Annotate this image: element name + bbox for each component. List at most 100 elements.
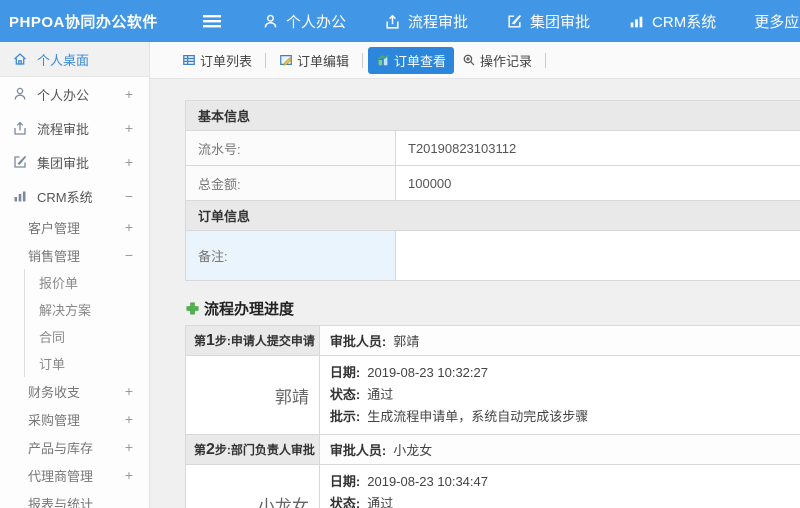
edit-note-icon bbox=[280, 55, 292, 66]
expand-toggle[interactable]: + bbox=[125, 86, 133, 102]
tab-label: 订单列表 bbox=[200, 53, 253, 69]
total-amount-label: 总金额: bbox=[185, 165, 396, 201]
step-detail-row: 郭靖 日期: 2019-08-23 10:32:27 状态: 通过 批示: 生成流程申… bbox=[185, 355, 800, 435]
table-list-icon bbox=[183, 55, 195, 65]
sidebar-item-label: 订单 bbox=[39, 357, 66, 372]
nav-label: 更多应用 bbox=[754, 13, 800, 31]
remark-label: 备注: bbox=[185, 230, 396, 281]
table-row: 总金额: 100000 bbox=[185, 165, 800, 201]
sidebar-item-process-approval[interactable]: 流程审批 + bbox=[0, 111, 149, 145]
step-date-line: 日期: 2019-08-23 10:34:47 bbox=[329, 474, 488, 489]
collapse-toggle[interactable]: − bbox=[125, 188, 133, 204]
sidebar-item-finance[interactable]: 财务收支 + bbox=[0, 377, 149, 405]
nav-label: CRM系统 bbox=[652, 13, 717, 31]
sidebar-item-label: 采购管理 bbox=[28, 412, 81, 428]
sidebar-item-quotation[interactable]: 报价单 bbox=[25, 269, 149, 296]
table-row: 流水号: T20190823103112 bbox=[185, 130, 800, 166]
home-icon bbox=[14, 53, 26, 65]
sidebar-item-label: 个人办公 bbox=[37, 87, 90, 103]
order-info-table: 基本信息 流水号: T20190823103112 总金额: 100000 订单… bbox=[185, 100, 800, 281]
sidebar-item-label: 财务收支 bbox=[28, 384, 81, 400]
nav-personal-office[interactable]: 个人办公 bbox=[262, 11, 346, 32]
step-date-line: 日期: 2019-08-23 10:32:27 bbox=[329, 365, 488, 380]
hamburger-menu-button[interactable] bbox=[202, 12, 222, 30]
sidebar-item-label: 解决方案 bbox=[39, 303, 92, 318]
sidebar-item-order[interactable]: 订单 bbox=[25, 350, 149, 377]
sidebar-item-label: 销售管理 bbox=[28, 248, 81, 264]
section-title-order-info: 订单信息 bbox=[185, 200, 800, 231]
sidebar-item-label: 合同 bbox=[39, 330, 66, 345]
tab-separator bbox=[545, 52, 547, 68]
sidebar: 个人桌面 个人办公 + 流程审批 + 集团审批 + CRM系统 − 客户管理 +… bbox=[0, 42, 150, 508]
order-view-icon bbox=[378, 54, 389, 66]
sidebar-item-personal-desktop[interactable]: 个人桌面 bbox=[0, 42, 149, 77]
sidebar-item-label: 客户管理 bbox=[28, 220, 81, 236]
sidebar-item-products-inventory[interactable]: 产品与库存 + bbox=[0, 433, 149, 461]
process-title-text: 流程办理进度 bbox=[204, 301, 295, 318]
expand-toggle[interactable]: + bbox=[125, 154, 133, 170]
sidebar-item-customer-mgmt[interactable]: 客户管理 + bbox=[0, 213, 149, 241]
sidebar-item-purchase[interactable]: 采购管理 + bbox=[0, 405, 149, 433]
green-plus-icon bbox=[186, 302, 199, 315]
step-1-detail: 日期: 2019-08-23 10:32:27 状态: 通过 批示: 生成流程申请单，… bbox=[318, 355, 800, 435]
bar-chart-icon bbox=[14, 191, 26, 202]
sidebar-item-label: CRM系统 bbox=[37, 189, 93, 205]
sidebar-item-sales-mgmt[interactable]: 销售管理 − bbox=[0, 241, 149, 269]
remark-value bbox=[395, 230, 800, 281]
step-comment-line: 批示: 生成流程申请单，系统自动完成该步骤 bbox=[329, 409, 589, 424]
tab-order-list[interactable]: 订单列表 bbox=[174, 47, 260, 74]
serial-number-label: 流水号: bbox=[185, 130, 396, 166]
sidebar-item-label: 产品与库存 bbox=[28, 440, 94, 456]
expand-toggle[interactable]: + bbox=[125, 383, 133, 399]
app-logo: PHPOA协同办公软件 bbox=[9, 13, 158, 31]
top-navigation: 个人办公 流程审批 集团审批 CRM系统 更多应用 bbox=[262, 11, 800, 32]
main-area: 订单列表 订单编辑 订单查看 操作记录 基本信息 流水号: T201908231… bbox=[150, 42, 800, 508]
step-detail-row: 小龙女 日期:2019-08-23 10:34:47 状态:通过 批示:通过 bbox=[185, 464, 800, 508]
sidebar-item-agents[interactable]: 代理商管理 + bbox=[0, 461, 149, 489]
sidebar-item-group-approval[interactable]: 集团审批 + bbox=[0, 145, 149, 179]
edit-square-icon bbox=[14, 155, 27, 168]
nav-crm-system[interactable]: CRM系统 bbox=[628, 11, 716, 32]
sidebar-item-label: 报价单 bbox=[39, 276, 79, 291]
nav-label: 个人办公 bbox=[286, 13, 347, 31]
step-2-title: 第2步:部门负责人审批 bbox=[185, 434, 320, 465]
sidebar-item-solution[interactable]: 解决方案 bbox=[25, 296, 149, 323]
step-status-line: 状态: 通过 bbox=[329, 496, 394, 508]
hamburger-icon bbox=[203, 15, 221, 28]
expand-toggle[interactable]: + bbox=[125, 411, 133, 427]
user-icon bbox=[264, 14, 277, 27]
step-2-approver-name: 小龙女 bbox=[185, 464, 320, 508]
sidebar-item-crm-system[interactable]: CRM系统 − bbox=[0, 179, 149, 213]
sidebar-item-contract[interactable]: 合同 bbox=[25, 323, 149, 350]
flow-approval-icon bbox=[14, 121, 26, 135]
serial-number-value: T20190823103112 bbox=[395, 130, 800, 166]
sidebar-item-label: 集团审批 bbox=[37, 155, 90, 171]
nav-group-approval[interactable]: 集团审批 bbox=[506, 11, 590, 32]
step-2-detail: 日期:2019-08-23 10:34:47 状态:通过 批示:通过 bbox=[318, 464, 800, 508]
expand-toggle[interactable]: + bbox=[125, 439, 133, 455]
step-1-title: 第1步:申请人提交申请 bbox=[185, 325, 320, 356]
tab-order-edit[interactable]: 订单编辑 bbox=[271, 47, 357, 74]
expand-toggle[interactable]: + bbox=[125, 120, 133, 136]
bar-chart-icon bbox=[630, 16, 643, 27]
process-steps-table: 第1步:申请人提交申请 审批人员: 郭靖 郭靖 日期: 2019-08-23 10:… bbox=[185, 325, 800, 508]
tab-operation-log[interactable]: 操作记录 bbox=[454, 47, 540, 74]
expand-toggle[interactable]: + bbox=[125, 467, 133, 483]
process-progress-title: 流程办理进度 bbox=[185, 298, 800, 319]
sidebar-item-label: 代理商管理 bbox=[28, 468, 94, 484]
expand-toggle[interactable]: + bbox=[125, 219, 133, 235]
top-bar: PHPOA协同办公软件 个人办公 流程审批 集团审批 CRM系统 更多应 bbox=[0, 0, 800, 42]
tab-bar: 订单列表 订单编辑 订单查看 操作记录 bbox=[150, 42, 800, 79]
step-header-row: 第1步:申请人提交申请 审批人员: 郭靖 bbox=[185, 325, 800, 356]
collapse-toggle[interactable]: − bbox=[125, 247, 133, 263]
sales-submenu: 报价单 解决方案 合同 订单 bbox=[24, 269, 149, 377]
tab-order-view[interactable]: 订单查看 bbox=[368, 46, 455, 74]
nav-process-approval[interactable]: 流程审批 bbox=[384, 11, 468, 32]
step-header-row: 第2步:部门负责人审批 审批人员: 小龙女 bbox=[185, 434, 800, 465]
sidebar-item-personal-office[interactable]: 个人办公 + bbox=[0, 77, 149, 111]
sidebar-item-reports[interactable]: 报表与统计 bbox=[0, 489, 149, 508]
nav-label: 流程审批 bbox=[408, 13, 469, 31]
step-1-approver-name: 郭靖 bbox=[185, 355, 320, 435]
step-status-line: 状态: 通过 bbox=[329, 387, 394, 402]
nav-more-apps[interactable]: 更多应用 bbox=[754, 11, 800, 32]
